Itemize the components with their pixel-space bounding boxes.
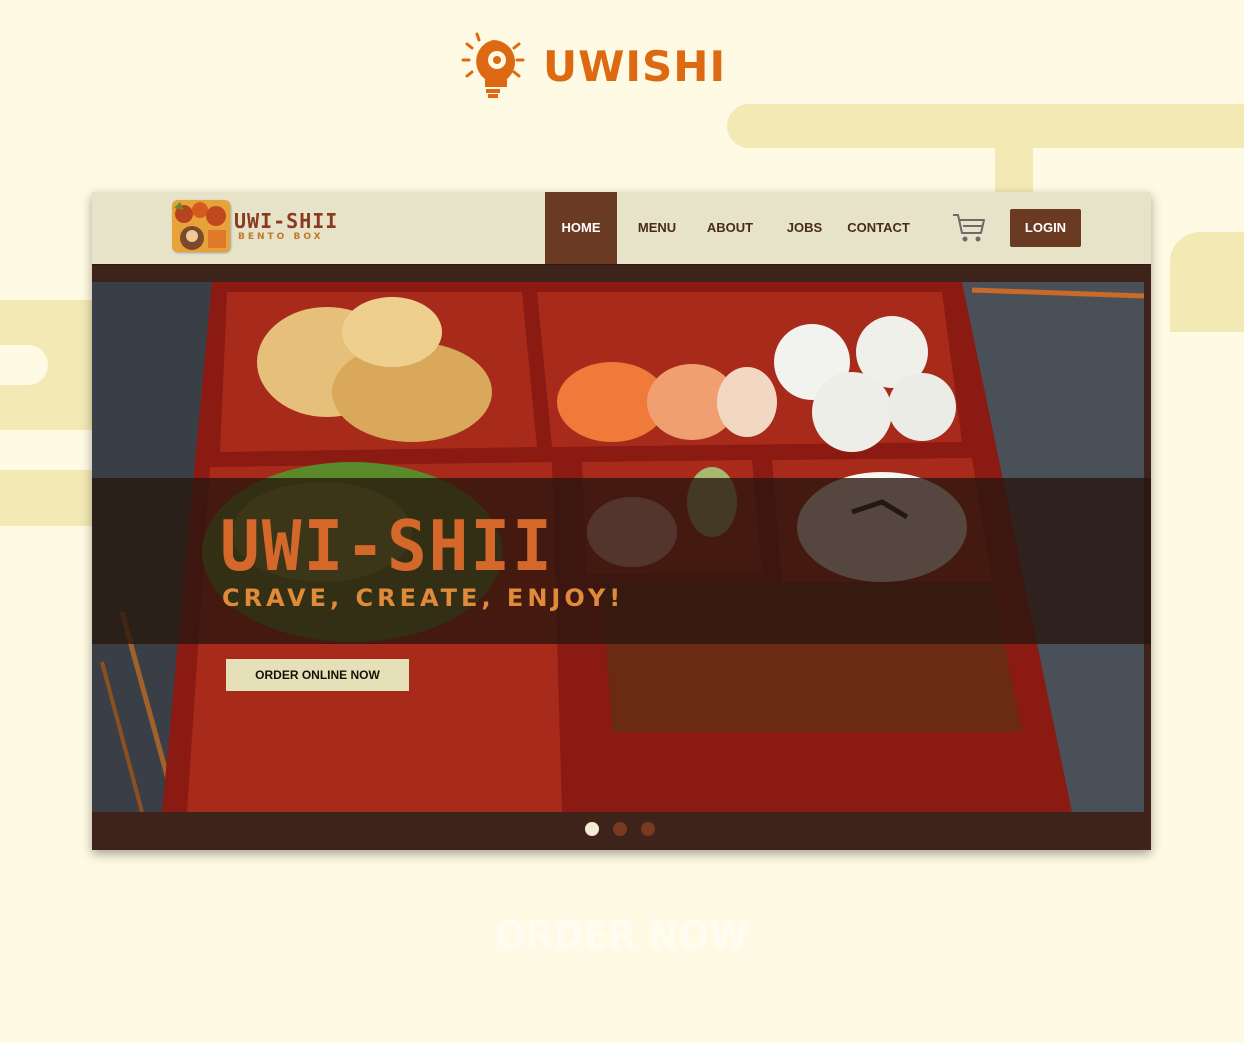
hero-title: UWI-SHII — [220, 506, 554, 587]
login-button[interactable]: LOGIN — [1010, 209, 1081, 247]
navbar: UWI-SHII BENTO BOX HOME MENU ABOUT JOBS … — [92, 192, 1151, 265]
logo-title: UWI-SHII — [234, 209, 339, 233]
nav-contact[interactable]: CONTACT — [846, 192, 911, 264]
hero-tagline: CRAVE, CREATE, ENJOY! — [222, 584, 625, 612]
website-preview: UWI-SHII BENTO BOX HOME MENU ABOUT JOBS … — [92, 192, 1151, 850]
decorative-shape-right — [1170, 232, 1244, 332]
brand-header: UWISHI — [457, 30, 726, 102]
cart-icon[interactable] — [952, 212, 986, 244]
nav-menu[interactable]: MENU — [632, 192, 682, 264]
carousel-dot-2[interactable] — [613, 822, 627, 836]
nav-home[interactable]: HOME — [545, 192, 617, 264]
carousel-dot-1[interactable] — [585, 822, 599, 836]
site-logo[interactable]: UWI-SHII BENTO BOX — [172, 200, 338, 252]
brand-name: UWISHI — [543, 41, 727, 91]
order-now-heading[interactable]: ORDER NOW — [0, 914, 1244, 959]
decorative-shape-stem — [995, 140, 1033, 200]
decorative-shape-cutout — [0, 345, 48, 385]
bento-logo-icon — [172, 200, 230, 252]
nav-jobs[interactable]: JOBS — [782, 192, 827, 264]
logo-subtitle: BENTO BOX — [238, 232, 324, 242]
lightbulb-gear-icon — [461, 32, 525, 98]
carousel-dot-3[interactable] — [641, 822, 655, 836]
nav-about[interactable]: ABOUT — [704, 192, 756, 264]
carousel-dots — [585, 822, 655, 836]
order-online-button[interactable]: ORDER ONLINE NOW — [226, 659, 409, 691]
decorative-shape-top — [727, 104, 1244, 148]
